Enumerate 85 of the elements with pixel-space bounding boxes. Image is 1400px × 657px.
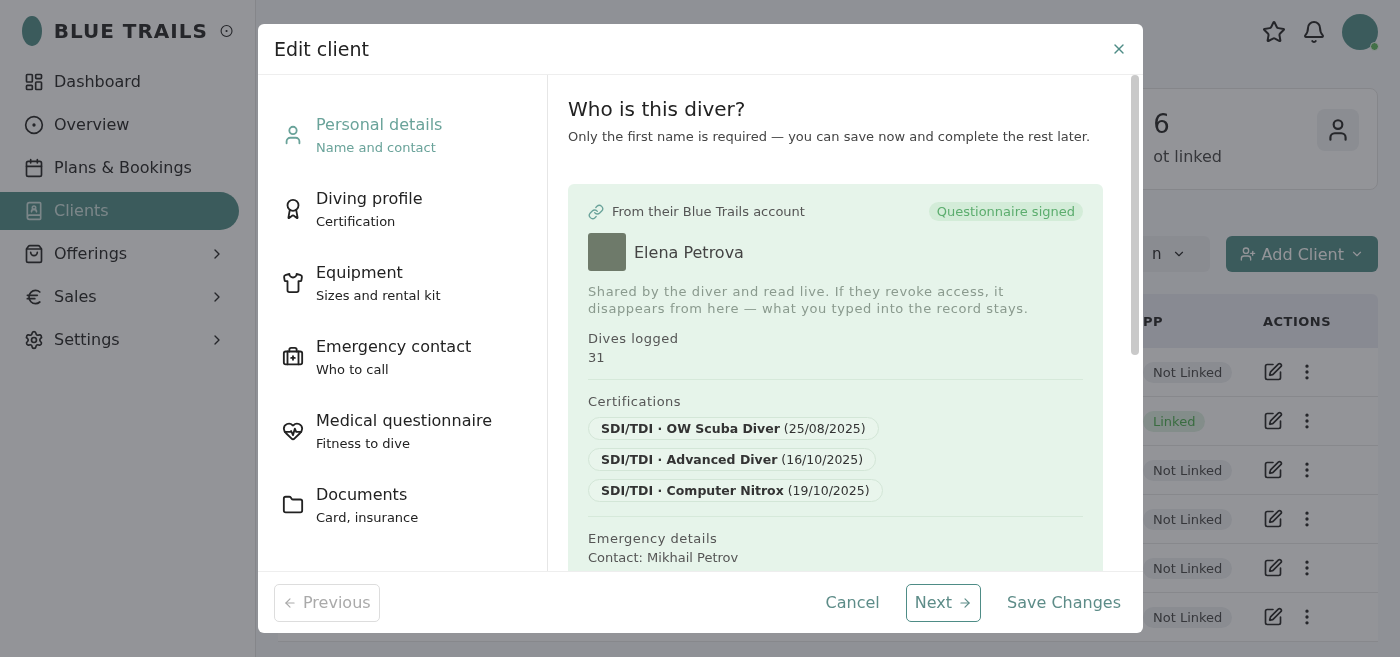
source-label: From their Blue Trails account: [612, 204, 806, 219]
brand-name: BLUE TRAILS: [53, 19, 208, 43]
edit-icon[interactable]: [1263, 362, 1283, 382]
step-title: Diving profile: [316, 189, 423, 208]
sidebar-item-label: Offerings: [54, 244, 129, 263]
step-item[interactable]: Equipment Sizes and rental kit: [282, 263, 547, 303]
step-title: Equipment: [316, 263, 404, 282]
cancel-button[interactable]: Cancel: [819, 592, 886, 613]
step-subtitle: Name and contact: [316, 140, 437, 155]
sidebar-item[interactable]: Dashboard: [0, 62, 239, 101]
step-item[interactable]: Emergency contact Who to call: [282, 337, 547, 377]
step-subtitle: Card, insurance: [316, 510, 419, 525]
brand-logo: [22, 16, 42, 46]
sidebar-item-label: Plans & Bookings: [54, 158, 193, 177]
step-title: Medical questionnaire: [316, 411, 492, 430]
sidebar-item-label: Overview: [54, 115, 131, 134]
sidebar-item-label: Clients: [54, 201, 110, 220]
intro-text: Only the first name is required — you can save now and complete the rest later.: [568, 129, 1092, 144]
stat-value: 6: [1153, 109, 1171, 139]
field-label: Emergency details: [588, 531, 719, 546]
edit-icon[interactable]: [1263, 607, 1283, 627]
medical-kit-icon: [282, 346, 304, 368]
sidebar-item-label: Sales: [54, 287, 98, 306]
certification-chip: SDI/TDI · OW Scuba Diver (25/08/2025): [588, 417, 879, 440]
status-pill: Linked: [1143, 410, 1206, 432]
scrollbar[interactable]: [1131, 75, 1139, 355]
sidebar-item[interactable]: Overview: [0, 105, 239, 144]
step-subtitle: Who to call: [316, 362, 390, 377]
step-item[interactable]: Diving profile Certification: [282, 189, 547, 229]
dashboard-icon: [24, 71, 44, 92]
photo-placeholder: [588, 233, 626, 271]
step-subtitle: Certification: [316, 214, 397, 229]
heart-pulse-icon: [282, 420, 304, 442]
step-subtitle: Sizes and rental kit: [316, 288, 441, 303]
field-value: 31: [588, 350, 606, 365]
shirt-icon: [282, 272, 304, 294]
bag-icon: [24, 243, 44, 264]
notifications-icon[interactable]: [1302, 20, 1326, 44]
edit-icon[interactable]: [1263, 509, 1283, 529]
step-item[interactable]: Medical questionnaire Fitness to dive: [282, 411, 547, 451]
step-item[interactable]: Personal details Name and contact: [282, 115, 547, 155]
edit-icon[interactable]: [1263, 411, 1283, 431]
status-pill: Not Linked: [1143, 361, 1233, 383]
certification-chip: SDI/TDI · Advanced Diver (16/10/2025): [588, 448, 877, 471]
step-title: Personal details: [316, 115, 443, 134]
step-item[interactable]: Documents Card, insurance: [282, 485, 547, 525]
step-subtitle: Fitness to dive: [316, 436, 411, 451]
next-button[interactable]: Next: [905, 583, 982, 622]
status-badge: Questionnaire signed: [928, 202, 1083, 221]
arrow-right-icon: [958, 595, 973, 610]
field-label: Dives logged: [588, 331, 680, 346]
column-header: ACTIONS: [1263, 313, 1333, 329]
folder-icon: [282, 494, 304, 516]
star-icon[interactable]: [1262, 20, 1286, 44]
edit-icon[interactable]: [1263, 558, 1283, 578]
field-value: Contact: Mikhail Petrov: [588, 550, 740, 565]
diver-name: Elena Petrova: [634, 242, 744, 262]
status-pill: Not Linked: [1143, 508, 1233, 530]
link-icon: [588, 203, 604, 220]
calendar-icon: [24, 157, 44, 178]
sidebar-item-label: Dashboard: [54, 72, 142, 91]
status-pill: Not Linked: [1143, 606, 1233, 628]
certification-chip: SDI/TDI · Computer Nitrox (19/10/2025): [588, 479, 883, 502]
contact-book-icon: [24, 200, 44, 221]
step-title: Emergency contact: [316, 337, 472, 356]
field-label: Certifications: [588, 394, 683, 409]
sidebar-item[interactable]: Sales: [0, 277, 239, 316]
section-heading: Who is this diver?: [568, 97, 747, 121]
status-pill: Not Linked: [1143, 557, 1233, 579]
save-changes-button[interactable]: Save Changes: [1001, 592, 1127, 613]
user-plus-icon: [1239, 246, 1256, 262]
sharing-note: Shared by the diver and read live. If they revoke access, it disappears from here — what you typed into the record stays.: [588, 283, 1030, 317]
settings-icon: [24, 329, 44, 350]
person-icon: [1317, 109, 1359, 151]
status-pill: Not Linked: [1143, 459, 1233, 481]
dialog-title: Edit client: [274, 38, 370, 60]
step-title: Documents: [316, 485, 409, 504]
online-dot: [1370, 42, 1379, 51]
sidebar-item[interactable]: Settings: [0, 320, 239, 359]
column-header: PP: [1143, 313, 1165, 329]
sidebar-item[interactable]: Offerings: [0, 234, 239, 273]
sidebar-item[interactable]: Plans & Bookings: [0, 148, 239, 187]
edit-icon[interactable]: [1263, 460, 1283, 480]
stat-label: ot linked: [1153, 147, 1222, 166]
sidebar-item-label: Settings: [54, 330, 121, 349]
